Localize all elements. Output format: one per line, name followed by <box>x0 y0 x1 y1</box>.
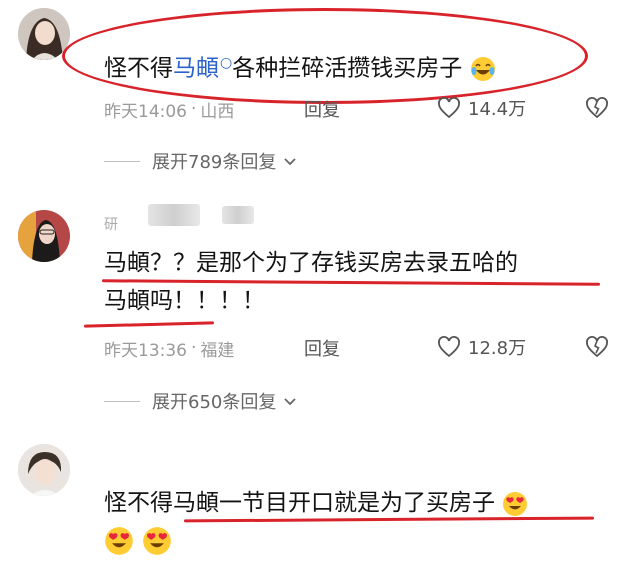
chevron-down-icon <box>284 158 296 166</box>
timestamp: 昨天14:06 <box>104 101 187 122</box>
avatar[interactable] <box>18 444 70 496</box>
username[interactable]: 研 <box>104 214 118 234</box>
comment-text: 怪不得马頔一节目开口就是为了买房子 <box>104 484 528 522</box>
heart-outline-icon <box>438 336 460 358</box>
heart-eyes-icon <box>502 491 528 517</box>
chevron-down-icon <box>284 398 296 406</box>
expand-replies-button[interactable]: 展开650条回复 <box>104 388 298 414</box>
avatar[interactable] <box>18 210 70 262</box>
search-icon[interactable]: ○ <box>220 55 232 71</box>
comment-text-content: 怪不得马頔一节目开口就是为了买房子 <box>104 490 495 516</box>
meta-separator: · <box>191 99 197 119</box>
divider <box>104 160 140 162</box>
like-count: 12.8万 <box>468 338 527 359</box>
location: 福建 <box>200 340 235 361</box>
like-button[interactable]: 12.8万 <box>436 334 526 360</box>
broken-heart-icon[interactable] <box>584 335 610 359</box>
avatar-image <box>18 444 70 496</box>
blurred-username <box>222 206 254 224</box>
comment-text-line-2: 马頔吗！！！！ <box>104 288 265 314</box>
expand-replies-label: 展开789条回复 <box>152 152 277 173</box>
comment-1: 怪不得马頔○各种拦碎活攒钱买房子 昨天14:06 · 山西 回复 14.4万 展… <box>0 0 640 190</box>
expand-replies-button[interactable]: 展开789条回复 <box>104 148 298 174</box>
location: 山西 <box>200 101 235 122</box>
like-button[interactable]: 14.4万 <box>436 95 526 121</box>
avatar-image <box>18 210 70 262</box>
blurred-username <box>148 204 200 226</box>
heart-outline-icon <box>438 97 460 119</box>
face-with-tears-of-joy-icon <box>470 56 496 82</box>
annotation-underline <box>83 321 215 328</box>
comment-text: 怪不得马頔○各种拦碎活攒钱买房子 <box>104 44 496 88</box>
timestamp: 昨天13:36 <box>104 340 187 361</box>
broken-heart-icon[interactable] <box>584 96 610 120</box>
meta-separator: · <box>191 338 197 358</box>
comment-2: 研 马頔？？是那个为了存钱买房去录五哈的 马頔吗！！！！ 昨天13:36 · 福… <box>0 190 640 420</box>
reply-button[interactable]: 回复 <box>304 96 340 122</box>
heart-eyes-icon <box>142 526 172 556</box>
divider <box>104 400 140 402</box>
comment-meta: 昨天14:06 · 山西 <box>104 97 235 122</box>
comment-text-pre: 怪不得 <box>104 55 173 82</box>
like-count: 14.4万 <box>468 99 527 120</box>
comment-3: 怪不得马頔一节目开口就是为了买房子 <box>0 420 640 570</box>
comment-text-post: 各种拦碎活攒钱买房子 <box>232 55 463 82</box>
expand-replies-label: 展开650条回复 <box>152 392 277 413</box>
comment-meta: 昨天13:36 · 福建 <box>104 336 235 361</box>
comment-text-line-1: 马頔？？是那个为了存钱买房去录五哈的 <box>104 250 518 276</box>
emoji-row <box>104 526 172 556</box>
topic-link[interactable]: 马頔 <box>173 56 219 82</box>
heart-eyes-icon <box>104 526 134 556</box>
reply-button[interactable]: 回复 <box>304 335 340 361</box>
